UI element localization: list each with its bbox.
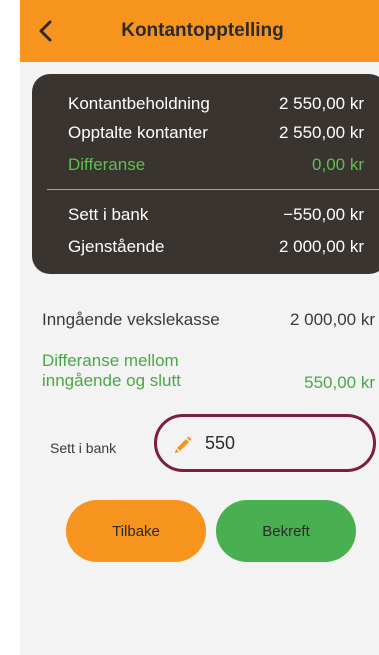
difference-row: Differanse mellom inngående og slutt 550… (42, 351, 375, 395)
summary-value: −550,00 kr (283, 205, 364, 224)
difference-value: 550,00 kr (304, 373, 375, 392)
app-header: Kontantopptelling (20, 0, 379, 62)
confirm-button[interactable]: Bekreft (216, 500, 356, 562)
difference-label: Differanse mellom inngående og slutt (42, 351, 181, 390)
summary-value: 2 550,00 kr (278, 123, 364, 142)
summary-row-remaining: Gjenstående 2 000,00 kr (68, 234, 364, 260)
summary-label: Gjenstående (68, 237, 165, 256)
deposit-amount-value: 550 (205, 433, 236, 453)
summary-label: Kontantbeholdning (68, 94, 210, 113)
deposit-amount-input[interactable]: 550 (154, 414, 376, 472)
summary-label: Sett i bank (68, 205, 149, 224)
summary-row-deposit: Sett i bank −550,00 kr (68, 202, 364, 228)
app-screen: Kontantopptelling Kontantbeholdning 2 55… (20, 0, 379, 655)
summary-row-cash-balance: Kontantbeholdning 2 550,00 kr (68, 91, 364, 117)
opening-float-label: Inngående vekslekasse (42, 310, 220, 329)
summary-row-counted-cash: Opptalte kontanter 2 550,00 kr (68, 120, 364, 146)
opening-float-value: 2 000,00 kr (289, 310, 375, 329)
opening-float-row: Inngående vekslekasse 2 000,00 kr (42, 310, 375, 334)
summary-value: 0,00 kr (312, 155, 364, 174)
summary-label: Differanse (68, 155, 146, 174)
summary-label: Opptalte kontanter (68, 123, 208, 142)
back-button[interactable] (32, 16, 60, 46)
summary-value: 2 550,00 kr (278, 94, 364, 113)
pencil-icon (175, 436, 192, 453)
page-title: Kontantopptelling (121, 20, 284, 41)
summary-row-difference: Differanse 0,00 kr (68, 152, 364, 178)
summary-value: 2 000,00 kr (278, 237, 364, 256)
back-nav-button[interactable]: Tilbake (66, 500, 206, 562)
summary-divider (47, 189, 379, 190)
summary-panel: Kontantbeholdning 2 550,00 kr Opptalte k… (32, 74, 379, 274)
chevron-left-icon (39, 20, 52, 42)
deposit-label: Sett i bank (50, 440, 117, 456)
